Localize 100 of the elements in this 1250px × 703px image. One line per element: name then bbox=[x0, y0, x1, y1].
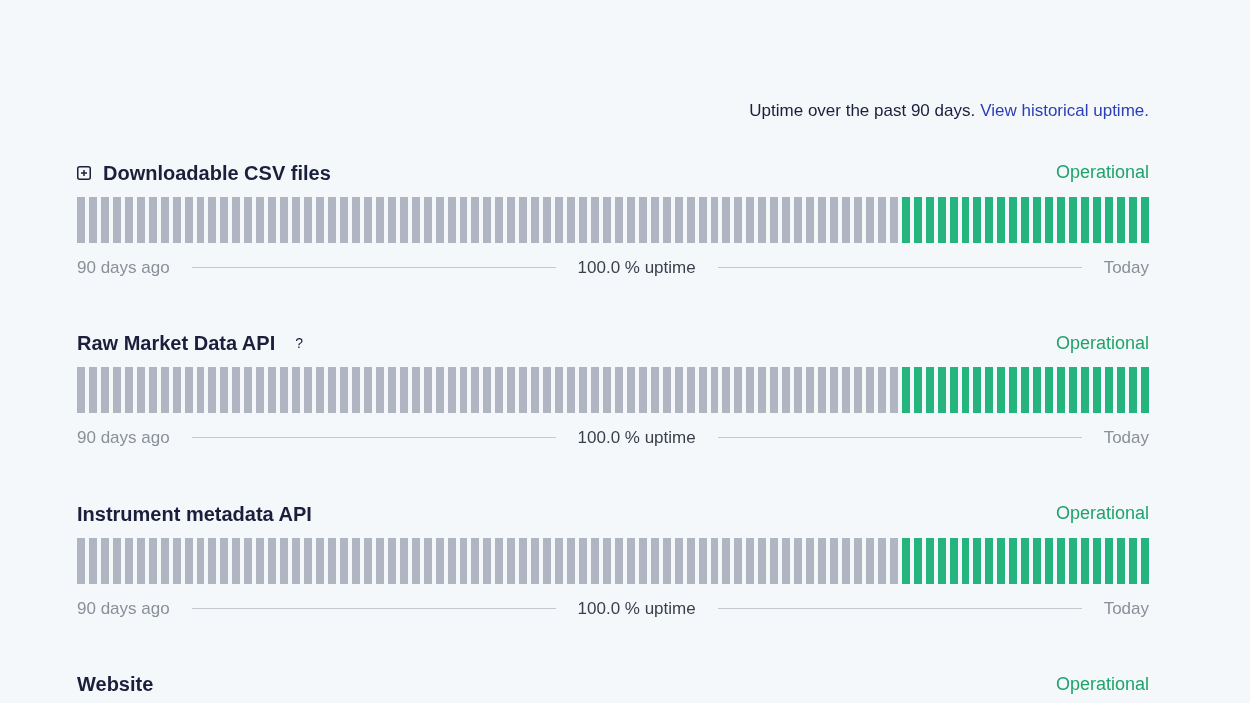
uptime-bar[interactable] bbox=[579, 537, 587, 584]
uptime-bar[interactable] bbox=[1045, 537, 1054, 584]
uptime-bar[interactable] bbox=[387, 196, 396, 243]
uptime-bar[interactable] bbox=[1093, 367, 1101, 413]
uptime-bar[interactable] bbox=[292, 196, 301, 243]
uptime-bar[interactable] bbox=[818, 196, 827, 243]
uptime-bar[interactable] bbox=[1057, 537, 1066, 584]
uptime-bar[interactable] bbox=[1140, 537, 1149, 584]
uptime-bar[interactable] bbox=[184, 537, 193, 584]
uptime-bar[interactable] bbox=[244, 367, 253, 413]
uptime-bar[interactable] bbox=[591, 196, 599, 243]
uptime-bar[interactable] bbox=[806, 537, 815, 584]
uptime-bar[interactable] bbox=[232, 537, 241, 584]
uptime-bar[interactable] bbox=[770, 537, 779, 584]
uptime-bar[interactable] bbox=[280, 537, 289, 584]
uptime-bar[interactable] bbox=[662, 537, 671, 584]
uptime-bar[interactable] bbox=[423, 367, 432, 413]
uptime-bar[interactable] bbox=[865, 196, 874, 243]
uptime-bar[interactable] bbox=[818, 367, 827, 413]
uptime-bar[interactable] bbox=[459, 537, 468, 584]
uptime-bar[interactable] bbox=[77, 537, 85, 584]
uptime-bar[interactable] bbox=[937, 196, 946, 243]
historical-uptime-link[interactable]: View historical uptime. bbox=[980, 98, 1149, 124]
uptime-bar[interactable] bbox=[937, 537, 946, 584]
uptime-bar[interactable] bbox=[88, 367, 97, 413]
uptime-bar[interactable] bbox=[471, 196, 480, 243]
uptime-bar[interactable] bbox=[853, 537, 862, 584]
uptime-bar[interactable] bbox=[1104, 537, 1113, 584]
uptime-bar[interactable] bbox=[770, 196, 779, 243]
uptime-bar[interactable] bbox=[686, 196, 695, 243]
uptime-bar[interactable] bbox=[375, 537, 384, 584]
uptime-bar[interactable] bbox=[985, 537, 994, 584]
uptime-bar[interactable] bbox=[88, 196, 97, 243]
uptime-bar[interactable] bbox=[877, 537, 886, 584]
uptime-bar[interactable] bbox=[674, 367, 683, 413]
uptime-bar[interactable] bbox=[220, 537, 229, 584]
uptime-bar[interactable] bbox=[662, 367, 671, 413]
uptime-bar[interactable] bbox=[339, 537, 348, 584]
uptime-bar[interactable] bbox=[1009, 196, 1018, 243]
uptime-bar[interactable] bbox=[351, 367, 360, 413]
uptime-bar[interactable] bbox=[626, 537, 635, 584]
uptime-bar[interactable] bbox=[387, 367, 396, 413]
uptime-bar[interactable] bbox=[447, 196, 456, 243]
uptime-bar[interactable] bbox=[507, 196, 516, 243]
uptime-bar[interactable] bbox=[794, 537, 803, 584]
uptime-bar[interactable] bbox=[937, 367, 946, 413]
uptime-bar[interactable] bbox=[877, 196, 886, 243]
uptime-bar[interactable] bbox=[411, 196, 420, 243]
uptime-bar[interactable] bbox=[220, 367, 229, 413]
uptime-bar[interactable] bbox=[973, 367, 982, 413]
uptime-bar[interactable] bbox=[734, 537, 743, 584]
uptime-bar[interactable] bbox=[614, 196, 623, 243]
uptime-bar[interactable] bbox=[853, 196, 862, 243]
uptime-bar[interactable] bbox=[459, 196, 468, 243]
uptime-bar[interactable] bbox=[351, 537, 360, 584]
uptime-bar[interactable] bbox=[1116, 537, 1125, 584]
uptime-bar[interactable] bbox=[674, 537, 683, 584]
uptime-bar[interactable] bbox=[495, 537, 504, 584]
uptime-bar[interactable] bbox=[853, 367, 862, 413]
uptime-bar[interactable] bbox=[435, 196, 444, 243]
uptime-bar[interactable] bbox=[172, 537, 181, 584]
uptime-bar[interactable] bbox=[304, 537, 313, 584]
uptime-bar[interactable] bbox=[949, 367, 958, 413]
uptime-bar[interactable] bbox=[877, 367, 886, 413]
uptime-bar[interactable] bbox=[698, 537, 707, 584]
uptime-bar[interactable] bbox=[997, 367, 1006, 413]
uptime-bar[interactable] bbox=[423, 537, 432, 584]
uptime-bar[interactable] bbox=[722, 196, 731, 243]
uptime-bar[interactable] bbox=[961, 367, 970, 413]
uptime-bar[interactable] bbox=[268, 537, 277, 584]
uptime-bar[interactable] bbox=[650, 537, 659, 584]
uptime-bar[interactable] bbox=[399, 367, 408, 413]
uptime-bar[interactable] bbox=[256, 196, 265, 243]
uptime-bar[interactable] bbox=[925, 196, 934, 243]
uptime-bar[interactable] bbox=[1021, 196, 1030, 243]
uptime-bar[interactable] bbox=[1069, 537, 1078, 584]
uptime-bar[interactable] bbox=[447, 367, 456, 413]
uptime-bar[interactable] bbox=[782, 367, 791, 413]
uptime-bar[interactable] bbox=[543, 196, 552, 243]
uptime-bar[interactable] bbox=[100, 367, 109, 413]
uptime-bar[interactable] bbox=[172, 367, 181, 413]
uptime-bar[interactable] bbox=[794, 367, 803, 413]
uptime-bar[interactable] bbox=[794, 196, 803, 243]
uptime-bar[interactable] bbox=[1128, 196, 1137, 243]
uptime-bar[interactable] bbox=[865, 367, 874, 413]
uptime-bar[interactable] bbox=[1128, 367, 1137, 413]
uptime-bar[interactable] bbox=[316, 196, 324, 243]
uptime-bar[interactable] bbox=[1069, 367, 1078, 413]
uptime-bar[interactable] bbox=[304, 367, 313, 413]
uptime-bar[interactable] bbox=[316, 367, 324, 413]
uptime-bar[interactable] bbox=[435, 537, 444, 584]
uptime-bar[interactable] bbox=[77, 367, 85, 413]
uptime-bar[interactable] bbox=[602, 196, 611, 243]
uptime-bar[interactable] bbox=[758, 367, 767, 413]
uptime-bar[interactable] bbox=[842, 367, 850, 413]
uptime-bar[interactable] bbox=[722, 367, 731, 413]
uptime-bar[interactable] bbox=[208, 367, 217, 413]
uptime-bar[interactable] bbox=[471, 537, 480, 584]
uptime-bar[interactable] bbox=[88, 537, 97, 584]
uptime-bar[interactable] bbox=[483, 367, 492, 413]
